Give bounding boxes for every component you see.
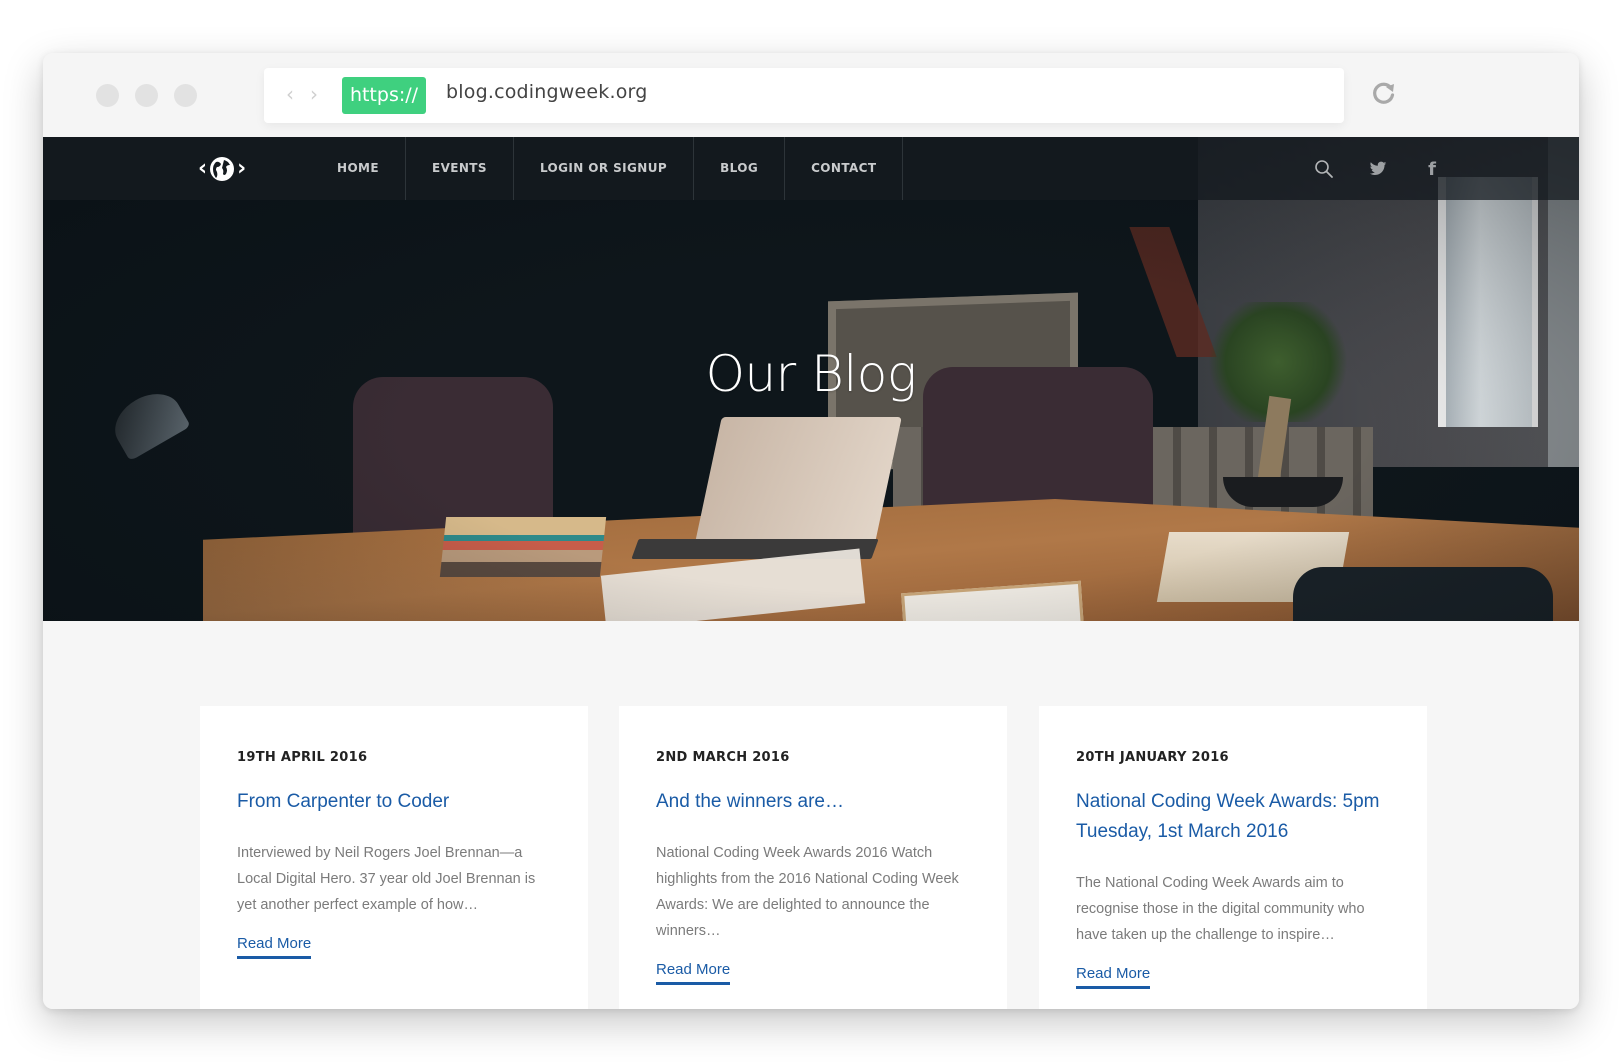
nav-login-signup[interactable]: LOGIN OR SIGNUP bbox=[514, 137, 695, 200]
blog-post-card: 20TH JANUARY 2016 National Coding Week A… bbox=[1039, 706, 1427, 1009]
search-icon[interactable] bbox=[1313, 158, 1335, 180]
https-badge: https:// bbox=[342, 77, 426, 114]
main-menu: HOME EVENTS LOGIN OR SIGNUP BLOG CONTACT bbox=[311, 137, 904, 200]
site-navbar: ‹ › HOME EVENTS LOGIN OR SIGNUP BLOG CON… bbox=[43, 137, 1579, 200]
read-more-link[interactable]: Read More bbox=[656, 961, 731, 985]
blog-post-card: 2ND MARCH 2016 And the winners are… Nati… bbox=[619, 706, 1007, 1009]
browser-window: ‹ › https:// blog.codingweek.org Our Blo… bbox=[43, 53, 1579, 1009]
post-excerpt: The National Coding Week Awards aim to r… bbox=[1076, 875, 1365, 943]
read-more-link[interactable]: Read More bbox=[237, 935, 312, 959]
post-title-link[interactable]: From Carpenter to Coder bbox=[237, 787, 567, 817]
back-icon[interactable]: ‹ bbox=[286, 82, 294, 106]
post-excerpt: Interviewed by Neil Rogers Joel Brennan—… bbox=[237, 845, 536, 913]
blog-post-list: 19TH APRIL 2016 From Carpenter to Coder … bbox=[43, 706, 1579, 1009]
facebook-icon[interactable]: f bbox=[1421, 158, 1443, 180]
twitter-icon[interactable] bbox=[1367, 158, 1389, 180]
logo-right-bracket: › bbox=[237, 156, 247, 181]
site-logo[interactable]: ‹ › bbox=[198, 152, 258, 186]
page-title: Our Blog bbox=[705, 345, 917, 403]
nav-home[interactable]: HOME bbox=[311, 137, 406, 200]
post-date: 20TH JANUARY 2016 bbox=[1076, 750, 1229, 765]
address-bar[interactable]: ‹ › https:// blog.codingweek.org bbox=[264, 68, 1344, 123]
post-title-link[interactable]: National Coding Week Awards: 5pm Tuesday… bbox=[1076, 787, 1406, 847]
browser-toolbar: ‹ › https:// blog.codingweek.org bbox=[43, 53, 1579, 137]
globe-icon bbox=[210, 157, 235, 181]
post-excerpt: National Coding Week Awards 2016 Watch h… bbox=[656, 845, 959, 939]
url-text[interactable]: blog.codingweek.org bbox=[446, 81, 648, 103]
nav-contact[interactable]: CONTACT bbox=[785, 137, 904, 200]
nav-events[interactable]: EVENTS bbox=[406, 137, 514, 200]
forward-icon[interactable]: › bbox=[310, 82, 318, 106]
reload-icon[interactable] bbox=[1371, 80, 1397, 106]
window-close-dot[interactable] bbox=[96, 84, 119, 107]
web-page: Our Blog ‹ › HOME EVENTS LOGIN OR SIGNUP bbox=[43, 137, 1579, 1009]
post-date: 2ND MARCH 2016 bbox=[656, 750, 790, 765]
read-more-link[interactable]: Read More bbox=[1076, 965, 1151, 989]
logo-left-bracket: ‹ bbox=[198, 156, 208, 181]
window-maximize-dot[interactable] bbox=[174, 84, 197, 107]
window-minimize-dot[interactable] bbox=[135, 84, 158, 107]
post-title-link[interactable]: And the winners are… bbox=[656, 787, 986, 817]
hero-banner: Our Blog ‹ › HOME EVENTS LOGIN OR SIGNUP bbox=[43, 137, 1579, 621]
blog-post-card: 19TH APRIL 2016 From Carpenter to Coder … bbox=[200, 706, 588, 1009]
nav-blog[interactable]: BLOG bbox=[694, 137, 786, 200]
post-date: 19TH APRIL 2016 bbox=[237, 750, 368, 765]
nav-icon-group: f bbox=[1313, 156, 1443, 182]
